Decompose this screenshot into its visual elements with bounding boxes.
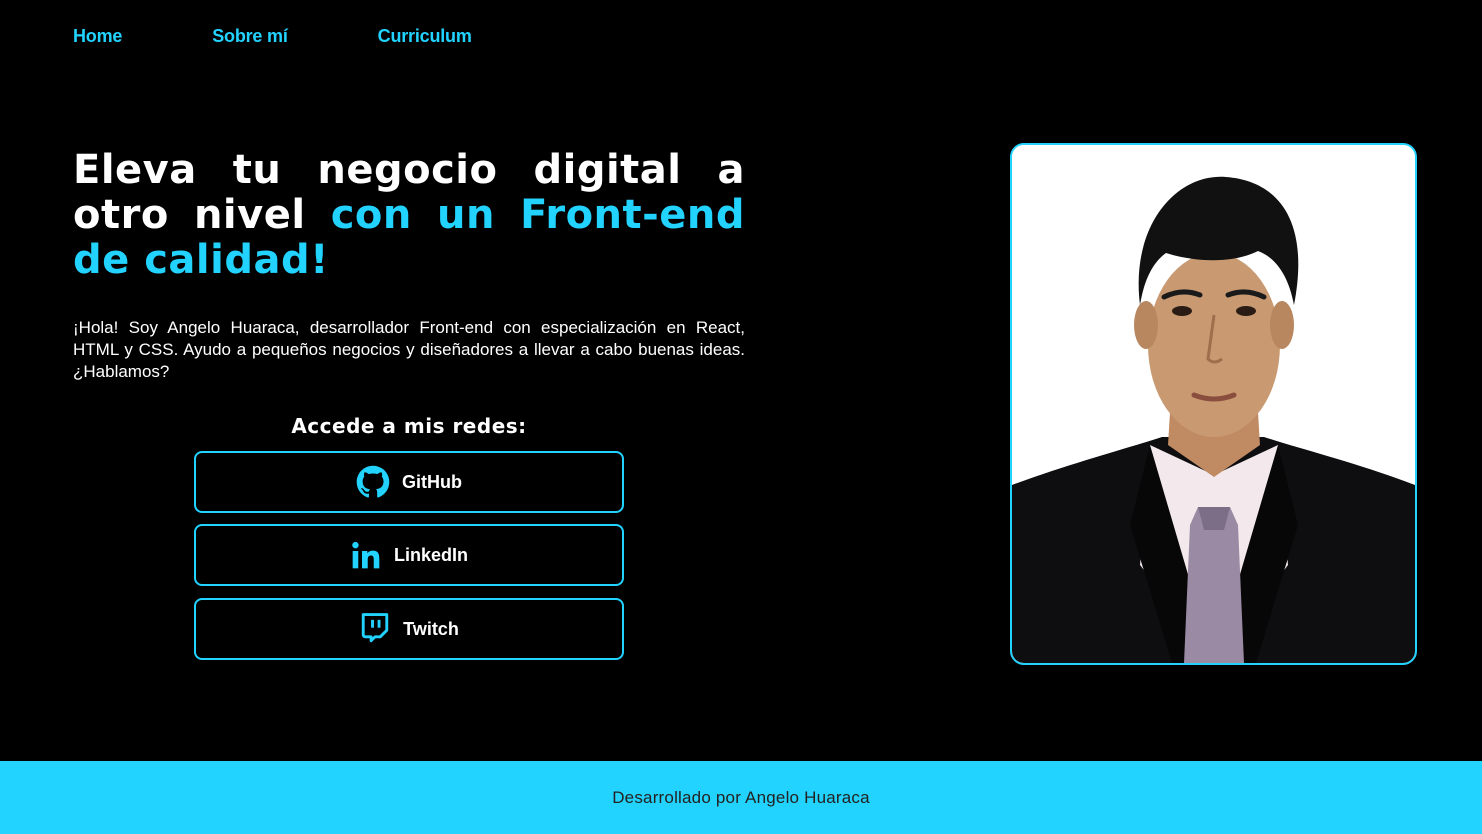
footer: Desarrollado por Angelo Huaraca — [0, 761, 1482, 834]
profile-photo — [1010, 143, 1417, 665]
github-button-label: GitHub — [402, 471, 462, 492]
social-heading: Accede a mis redes: — [291, 414, 527, 438]
top-nav: Home Sobre mí Curriculum — [73, 24, 472, 48]
linkedin-icon — [350, 539, 382, 571]
linkedin-button[interactable]: LinkedIn — [194, 524, 624, 586]
twitch-button-label: Twitch — [403, 618, 459, 639]
hero-intro: ¡Hola! Soy Angelo Huaraca, desarrollador… — [73, 318, 745, 381]
github-icon — [356, 465, 390, 499]
github-button[interactable]: GitHub — [194, 451, 624, 513]
twitch-button[interactable]: Twitch — [194, 598, 624, 660]
nav-curriculum-link[interactable]: Curriculum — [378, 26, 472, 47]
hero-title: Eleva tu negocio digital a otro nivel co… — [73, 148, 745, 283]
footer-credit: Desarrollado por Angelo Huaraca — [612, 787, 870, 807]
nav-about-link[interactable]: Sobre mí — [212, 26, 288, 47]
linkedin-button-label: LinkedIn — [393, 544, 468, 565]
nav-home-link[interactable]: Home — [73, 26, 122, 47]
twitch-icon — [359, 612, 391, 646]
